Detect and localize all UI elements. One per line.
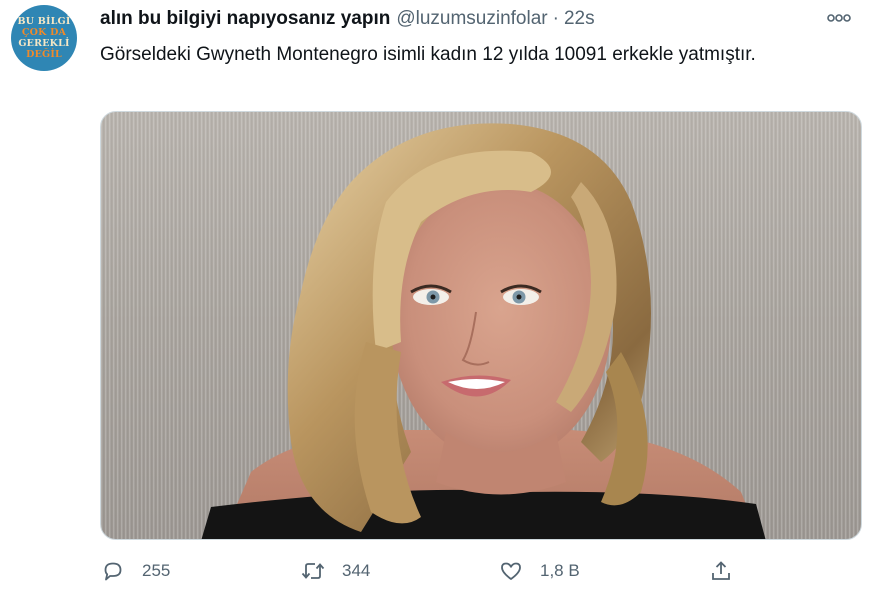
ellipsis-icon <box>827 14 851 22</box>
heart-icon <box>498 558 524 584</box>
share-icon <box>708 558 734 584</box>
like-count: 1,8 B <box>540 561 580 580</box>
retweet-icon <box>300 558 326 584</box>
like-button[interactable]: 1,8 B <box>498 556 580 586</box>
retweet-count: 344 <box>342 561 371 580</box>
tweet-actions: 255 344 1,8 B <box>100 556 740 586</box>
tweet-photo[interactable] <box>100 111 862 540</box>
author-handle[interactable]: @luzumsuzinfolar <box>396 8 547 30</box>
avatar-text-line-1: BU BİLGİ <box>17 16 71 27</box>
separator-dot: · <box>552 8 559 29</box>
avatar-text-line-4: DEĞİL <box>26 49 62 60</box>
photo-woman-portrait <box>201 123 766 539</box>
timestamp[interactable]: 22s <box>564 8 595 30</box>
more-options-button[interactable] <box>822 6 856 30</box>
share-button[interactable] <box>708 556 734 586</box>
tweet-text: Görseldeki Gwyneth Montenegro isimli kad… <box>100 44 756 65</box>
reply-icon <box>100 558 126 584</box>
author-name[interactable]: alın bu bilgiyi napıyosanız yapın <box>100 8 390 30</box>
retweet-button[interactable]: 344 <box>300 556 370 586</box>
tweet[interactable]: BU BİLGİ ÇOK DA GEREKLİ DEĞİL alın bu bi… <box>0 0 872 593</box>
avatar-text-line-2: ÇOK DA <box>21 27 67 38</box>
reply-count: 255 <box>142 561 171 580</box>
avatar[interactable]: BU BİLGİ ÇOK DA GEREKLİ DEĞİL <box>11 5 77 71</box>
tweet-header: alın bu bilgiyi napıyosanız yapın @luzum… <box>100 8 595 34</box>
reply-button[interactable]: 255 <box>100 556 170 586</box>
avatar-text-line-3: GEREKLİ <box>18 38 70 49</box>
